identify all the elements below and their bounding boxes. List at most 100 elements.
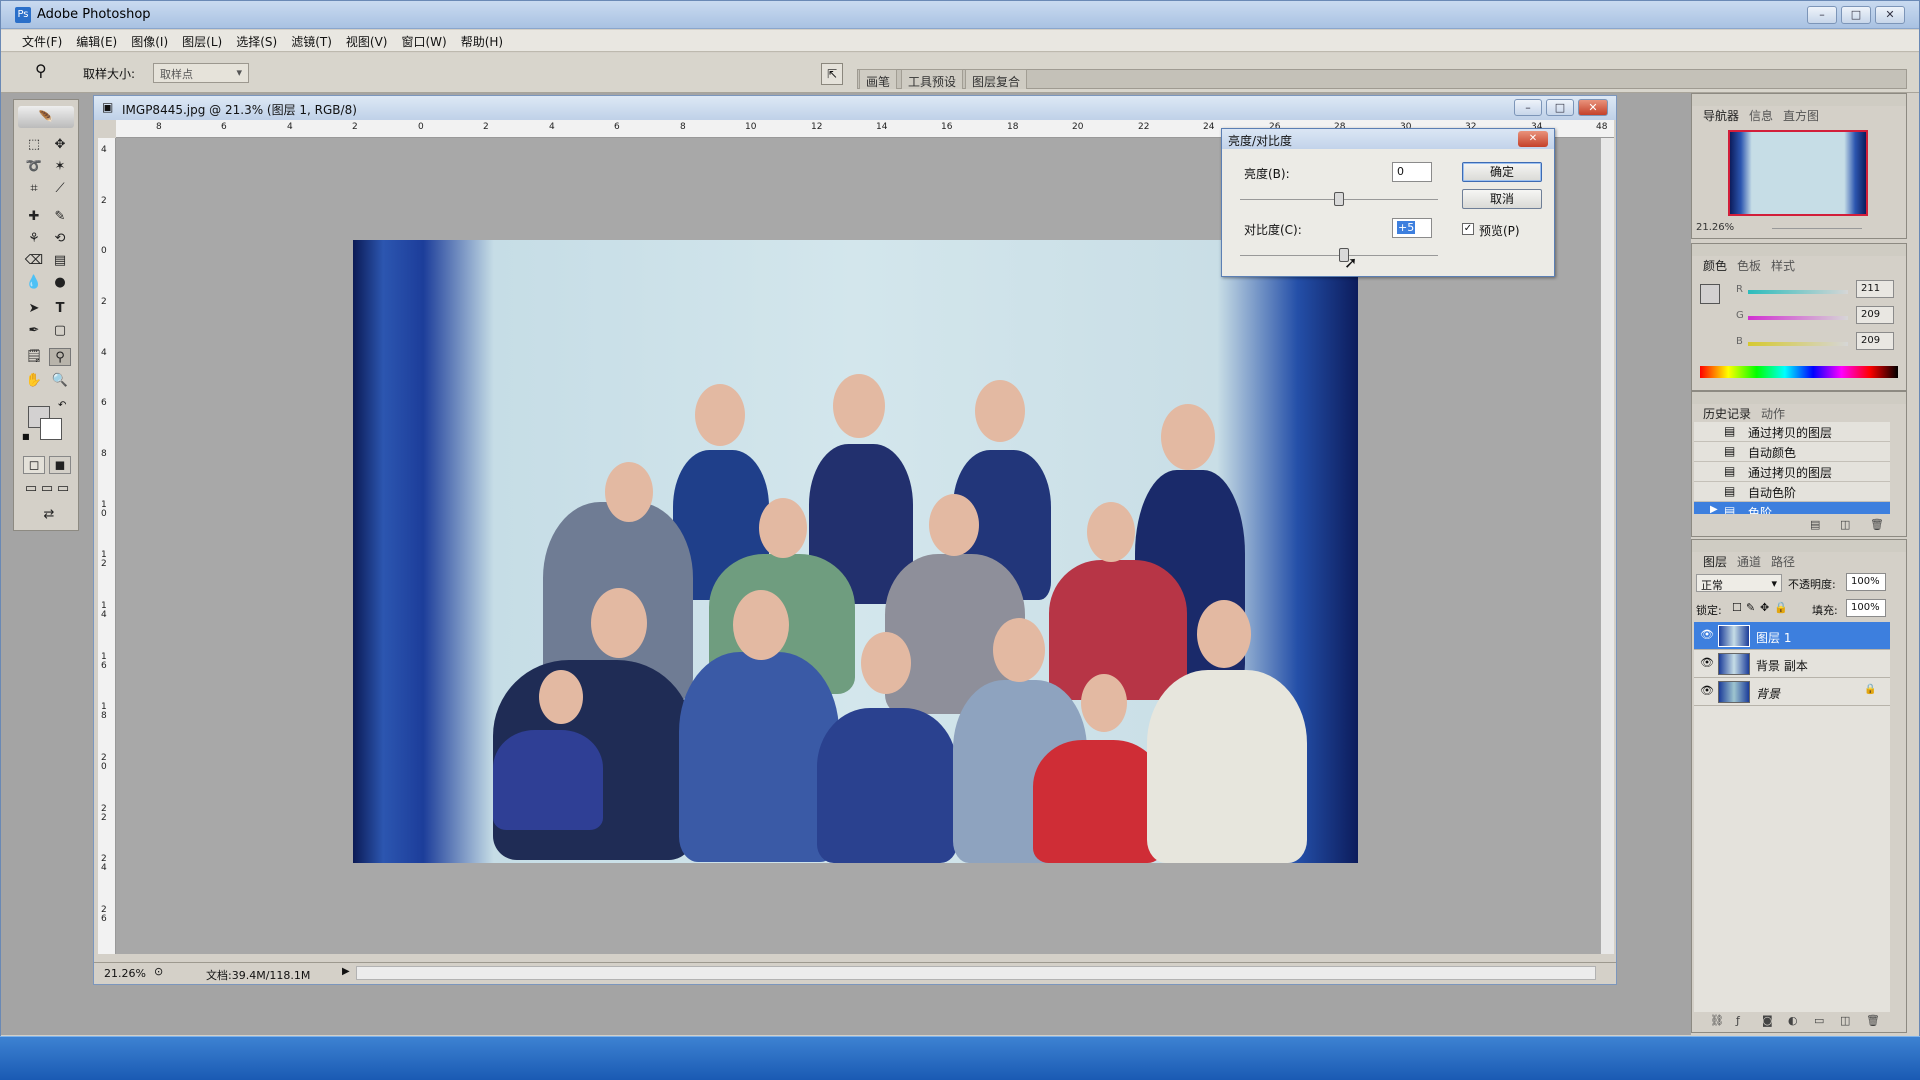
navigator-zoom[interactable]: 21.26% [1696, 222, 1734, 233]
delete-layer-icon[interactable]: 🗑 [1866, 1014, 1880, 1027]
vertical-scrollbar[interactable] [1600, 138, 1614, 954]
trash-icon[interactable]: 🗑 [1870, 518, 1884, 531]
color-foreground-swatch[interactable] [1700, 284, 1720, 304]
layer-row[interactable]: 👁 背景 🔒 [1694, 678, 1890, 706]
history-item-selected[interactable]: ▶ ▤ 色阶 [1694, 502, 1890, 514]
tab-paths[interactable]: 路径 [1766, 552, 1800, 571]
layer-row[interactable]: 👁 背景 副本 [1694, 650, 1890, 678]
lock-transparency-icon[interactable]: ☐ [1732, 601, 1742, 614]
history-item[interactable]: ▤ 自动颜色 [1694, 442, 1890, 462]
menu-filter[interactable]: 滤镜(T) [284, 30, 339, 53]
channel-b-slider[interactable] [1748, 342, 1848, 346]
lock-pixels-icon[interactable]: ✎ [1746, 601, 1755, 614]
opacity-input[interactable]: 100% [1846, 573, 1886, 591]
history-item[interactable]: ▤ 自动色阶 [1694, 482, 1890, 502]
layer-mask-icon[interactable]: ◙ [1762, 1014, 1773, 1027]
close-button[interactable]: ✕ [1875, 6, 1905, 24]
blur-tool-icon[interactable]: 💧 [23, 274, 45, 292]
screen-mode-standard-icon[interactable]: ▭ [23, 480, 39, 498]
eyedropper-tool-icon[interactable]: ⚲ [49, 348, 71, 366]
jump-to-imageready-icon[interactable]: ⇄ [34, 506, 64, 524]
clone-stamp-tool-icon[interactable]: ⚘ [23, 230, 45, 248]
minimize-button[interactable]: – [1807, 6, 1837, 24]
channel-b-value[interactable]: 209 [1856, 332, 1894, 350]
menu-edit[interactable]: 编辑(E) [69, 30, 124, 53]
doc-minimize-button[interactable]: – [1514, 99, 1542, 116]
eye-visibility-icon[interactable]: 👁 [1700, 656, 1714, 669]
history-item[interactable]: ▤ 通过拷贝的图层 [1694, 462, 1890, 482]
quick-mask-mode-icon[interactable]: ◼ [49, 456, 71, 474]
menu-image[interactable]: 图像(I) [124, 30, 175, 53]
lock-all-icon[interactable]: 🔒 [1774, 601, 1788, 614]
menu-window[interactable]: 窗口(W) [394, 30, 453, 53]
new-group-icon[interactable]: ▭ [1814, 1014, 1824, 1027]
well-tab-tool-presets[interactable]: 工具预设 [901, 69, 964, 89]
palette-well-icon[interactable]: ⇱ [821, 63, 843, 85]
new-snapshot-icon[interactable]: ◫ [1840, 518, 1850, 531]
fill-input[interactable]: 100% [1846, 599, 1886, 617]
well-tab-layer-comps[interactable]: 图层复合 [965, 69, 1028, 89]
default-colors-icon[interactable]: ■ [22, 432, 30, 441]
layer-style-icon[interactable]: ƒ [1736, 1014, 1740, 1027]
tab-channels[interactable]: 通道 [1732, 552, 1766, 571]
pen-tool-icon[interactable]: ✒ [23, 322, 45, 340]
tab-layers[interactable]: 图层 [1698, 552, 1732, 571]
tab-color[interactable]: 颜色 [1698, 256, 1732, 275]
slice-tool-icon[interactable]: ⟋ [49, 180, 71, 198]
color-spectrum-bar[interactable] [1700, 366, 1898, 378]
menu-help[interactable]: 帮助(H) [454, 30, 510, 53]
crop-tool-icon[interactable]: ⌗ [23, 180, 45, 198]
tab-styles[interactable]: 样式 [1766, 256, 1800, 275]
preview-checkbox[interactable]: ✓ [1462, 223, 1474, 235]
menu-file[interactable]: 文件(F) [15, 30, 69, 53]
menu-view[interactable]: 视图(V) [339, 30, 395, 53]
doc-close-button[interactable]: ✕ [1578, 99, 1608, 116]
path-selection-tool-icon[interactable]: ➤ [23, 300, 45, 318]
history-brush-tool-icon[interactable]: ⟲ [49, 230, 71, 248]
marquee-tool-icon[interactable]: ⬚ [23, 136, 45, 154]
channel-r-slider[interactable] [1748, 290, 1848, 294]
doc-maximize-button[interactable]: □ [1546, 99, 1574, 116]
navigator-zoom-slider[interactable] [1772, 228, 1862, 229]
tab-info[interactable]: 信息 [1744, 106, 1778, 125]
screen-mode-menu-icon[interactable]: ▭ [39, 480, 55, 498]
channel-r-value[interactable]: 211 [1856, 280, 1894, 298]
background-color-swatch[interactable] [40, 418, 62, 440]
tab-swatches[interactable]: 色板 [1732, 256, 1766, 275]
dodge-tool-icon[interactable]: ● [49, 274, 71, 292]
menu-layer[interactable]: 图层(L) [175, 30, 229, 53]
hand-tool-icon[interactable]: ✋ [23, 372, 45, 390]
navigator-thumbnail[interactable] [1728, 130, 1868, 216]
maximize-button[interactable]: □ [1841, 6, 1871, 24]
horizontal-scrollbar[interactable] [356, 966, 1596, 980]
ok-button[interactable]: 确定 [1462, 162, 1542, 182]
new-document-from-state-icon[interactable]: ▤ [1810, 518, 1820, 531]
swap-colors-icon[interactable]: ↶ [58, 400, 66, 411]
channel-g-value[interactable]: 209 [1856, 306, 1894, 324]
eye-visibility-icon[interactable]: 👁 [1700, 684, 1714, 697]
tab-histogram[interactable]: 直方图 [1778, 106, 1824, 125]
status-menu-arrow-icon[interactable]: ▶ [342, 966, 350, 977]
status-info-icon[interactable]: ⊙ [154, 965, 163, 978]
zoom-level[interactable]: 21.26% [104, 967, 146, 980]
move-tool-icon[interactable]: ✥ [49, 136, 71, 154]
well-tab-brushes[interactable]: 画笔 [859, 69, 898, 89]
tab-navigator[interactable]: 导航器 [1698, 106, 1744, 125]
gradient-tool-icon[interactable]: ▤ [49, 252, 71, 270]
tab-actions[interactable]: 动作 [1756, 404, 1790, 423]
brush-tool-icon[interactable]: ✎ [49, 208, 71, 226]
layer-row-selected[interactable]: 👁 图层 1 [1694, 622, 1890, 650]
healing-brush-tool-icon[interactable]: ✚ [23, 208, 45, 226]
brightness-slider-thumb[interactable] [1334, 192, 1344, 206]
shape-tool-icon[interactable]: ▢ [49, 322, 71, 340]
screen-mode-full-icon[interactable]: ▭ [55, 480, 71, 498]
adjustment-layer-icon[interactable]: ◐ [1788, 1014, 1798, 1027]
standard-mode-icon[interactable]: ◻ [23, 456, 45, 474]
eraser-tool-icon[interactable]: ⌫ [23, 252, 45, 270]
menu-select[interactable]: 选择(S) [229, 30, 284, 53]
cancel-button[interactable]: 取消 [1462, 189, 1542, 209]
blend-mode-select[interactable]: 正常 ▾ [1696, 574, 1782, 592]
eyedropper-tool-icon[interactable]: ⚲ [35, 61, 47, 80]
lasso-tool-icon[interactable]: ➰ [23, 158, 45, 176]
contrast-input[interactable]: +5 [1392, 218, 1432, 238]
